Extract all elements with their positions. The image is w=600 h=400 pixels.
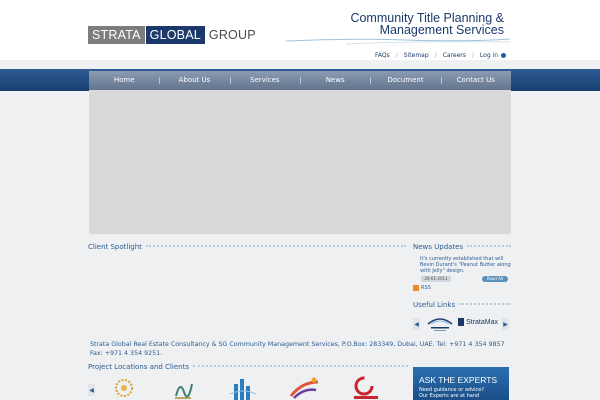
chevron-left-icon: ◀: [89, 386, 94, 394]
partner-logo-a[interactable]: [425, 312, 455, 334]
useful-links-title: Useful Links: [413, 301, 456, 309]
hero-banner: [89, 90, 511, 234]
client-spotlight-title: Client Spotlight: [88, 243, 142, 251]
logo-strata: STRATA: [88, 26, 145, 44]
logo-group: GROUP: [208, 28, 256, 42]
useful-links-prev-button[interactable]: ◀: [413, 318, 420, 330]
lock-icon[interactable]: [501, 53, 506, 58]
nav-home[interactable]: Home: [89, 71, 159, 90]
nav-about-us[interactable]: About Us: [159, 71, 229, 90]
top-links: FAQs / Sitemap / Careers / Log in: [375, 52, 506, 59]
stratamax-mark-icon: [458, 318, 465, 326]
nav-document-download[interactable]: Document Download: [370, 71, 440, 103]
ask-the-experts-banner[interactable]: ASK THE EXPERTS Need guidance or advice?…: [413, 367, 509, 400]
nav-services[interactable]: Services: [229, 71, 300, 90]
login-link[interactable]: Log in: [480, 52, 498, 59]
rss-link[interactable]: RSS: [421, 285, 431, 291]
client-logo-towers[interactable]: [228, 376, 258, 400]
dotted-divider: [192, 364, 408, 370]
useful-links-heading: Useful Links: [413, 301, 511, 309]
projects-heading: Project Locations and Clients: [88, 363, 408, 371]
ask-line2: Our Experts are at hand: [419, 393, 480, 399]
main-nav: Home About Us Services News Document Dow…: [89, 71, 511, 103]
tagline-line2: Management Services: [379, 23, 504, 37]
read-all-button[interactable]: Read All: [482, 276, 508, 282]
news-date: 20-01-2011: [421, 276, 451, 282]
client-spotlight-heading: Client Spotlight: [88, 243, 406, 251]
separator: /: [395, 52, 398, 59]
logo-global: GLOBAL: [144, 26, 205, 44]
chevron-left-icon: ◀: [414, 320, 419, 328]
news-heading: News Updates: [413, 243, 511, 251]
chevron-right-icon: ▶: [503, 320, 508, 328]
footer-address: Strata Global Real Estate Consultancy & …: [90, 341, 505, 357]
separator: /: [471, 52, 474, 59]
sitemap-link[interactable]: Sitemap: [404, 52, 429, 59]
partner-logo-b[interactable]: StrataMax: [458, 316, 498, 328]
ask-title: ASK THE EXPERTS: [419, 375, 498, 385]
swoosh-decoration: [286, 38, 510, 45]
faqs-link[interactable]: FAQs: [375, 52, 390, 59]
dotted-divider: [459, 302, 511, 308]
site-tagline: Community Title Planning & Management Se…: [264, 12, 504, 37]
dotted-divider: [467, 244, 511, 250]
careers-link[interactable]: Careers: [443, 52, 466, 59]
client-logo-arabic[interactable]: [172, 376, 194, 400]
nav-contact-us[interactable]: Contact Us: [440, 71, 511, 90]
useful-links-next-button[interactable]: ▶: [502, 318, 509, 330]
client-logo-c[interactable]: [352, 376, 380, 400]
projects-prev-button[interactable]: ◀: [88, 384, 95, 396]
separator: /: [434, 52, 437, 59]
news-item-text[interactable]: It's currently established that will Bev…: [420, 256, 512, 274]
projects-title: Project Locations and Clients: [88, 363, 189, 371]
stratamax-label: StrataMax: [466, 318, 498, 326]
rss-icon[interactable]: [413, 285, 419, 291]
news-title: News Updates: [413, 243, 464, 251]
site-logo[interactable]: STRATA GLOBAL GROUP: [88, 26, 260, 44]
client-logo-sun[interactable]: [112, 376, 136, 400]
dotted-divider: [145, 244, 406, 250]
client-logo-swoosh[interactable]: [288, 376, 322, 400]
nav-news[interactable]: News: [299, 71, 370, 90]
